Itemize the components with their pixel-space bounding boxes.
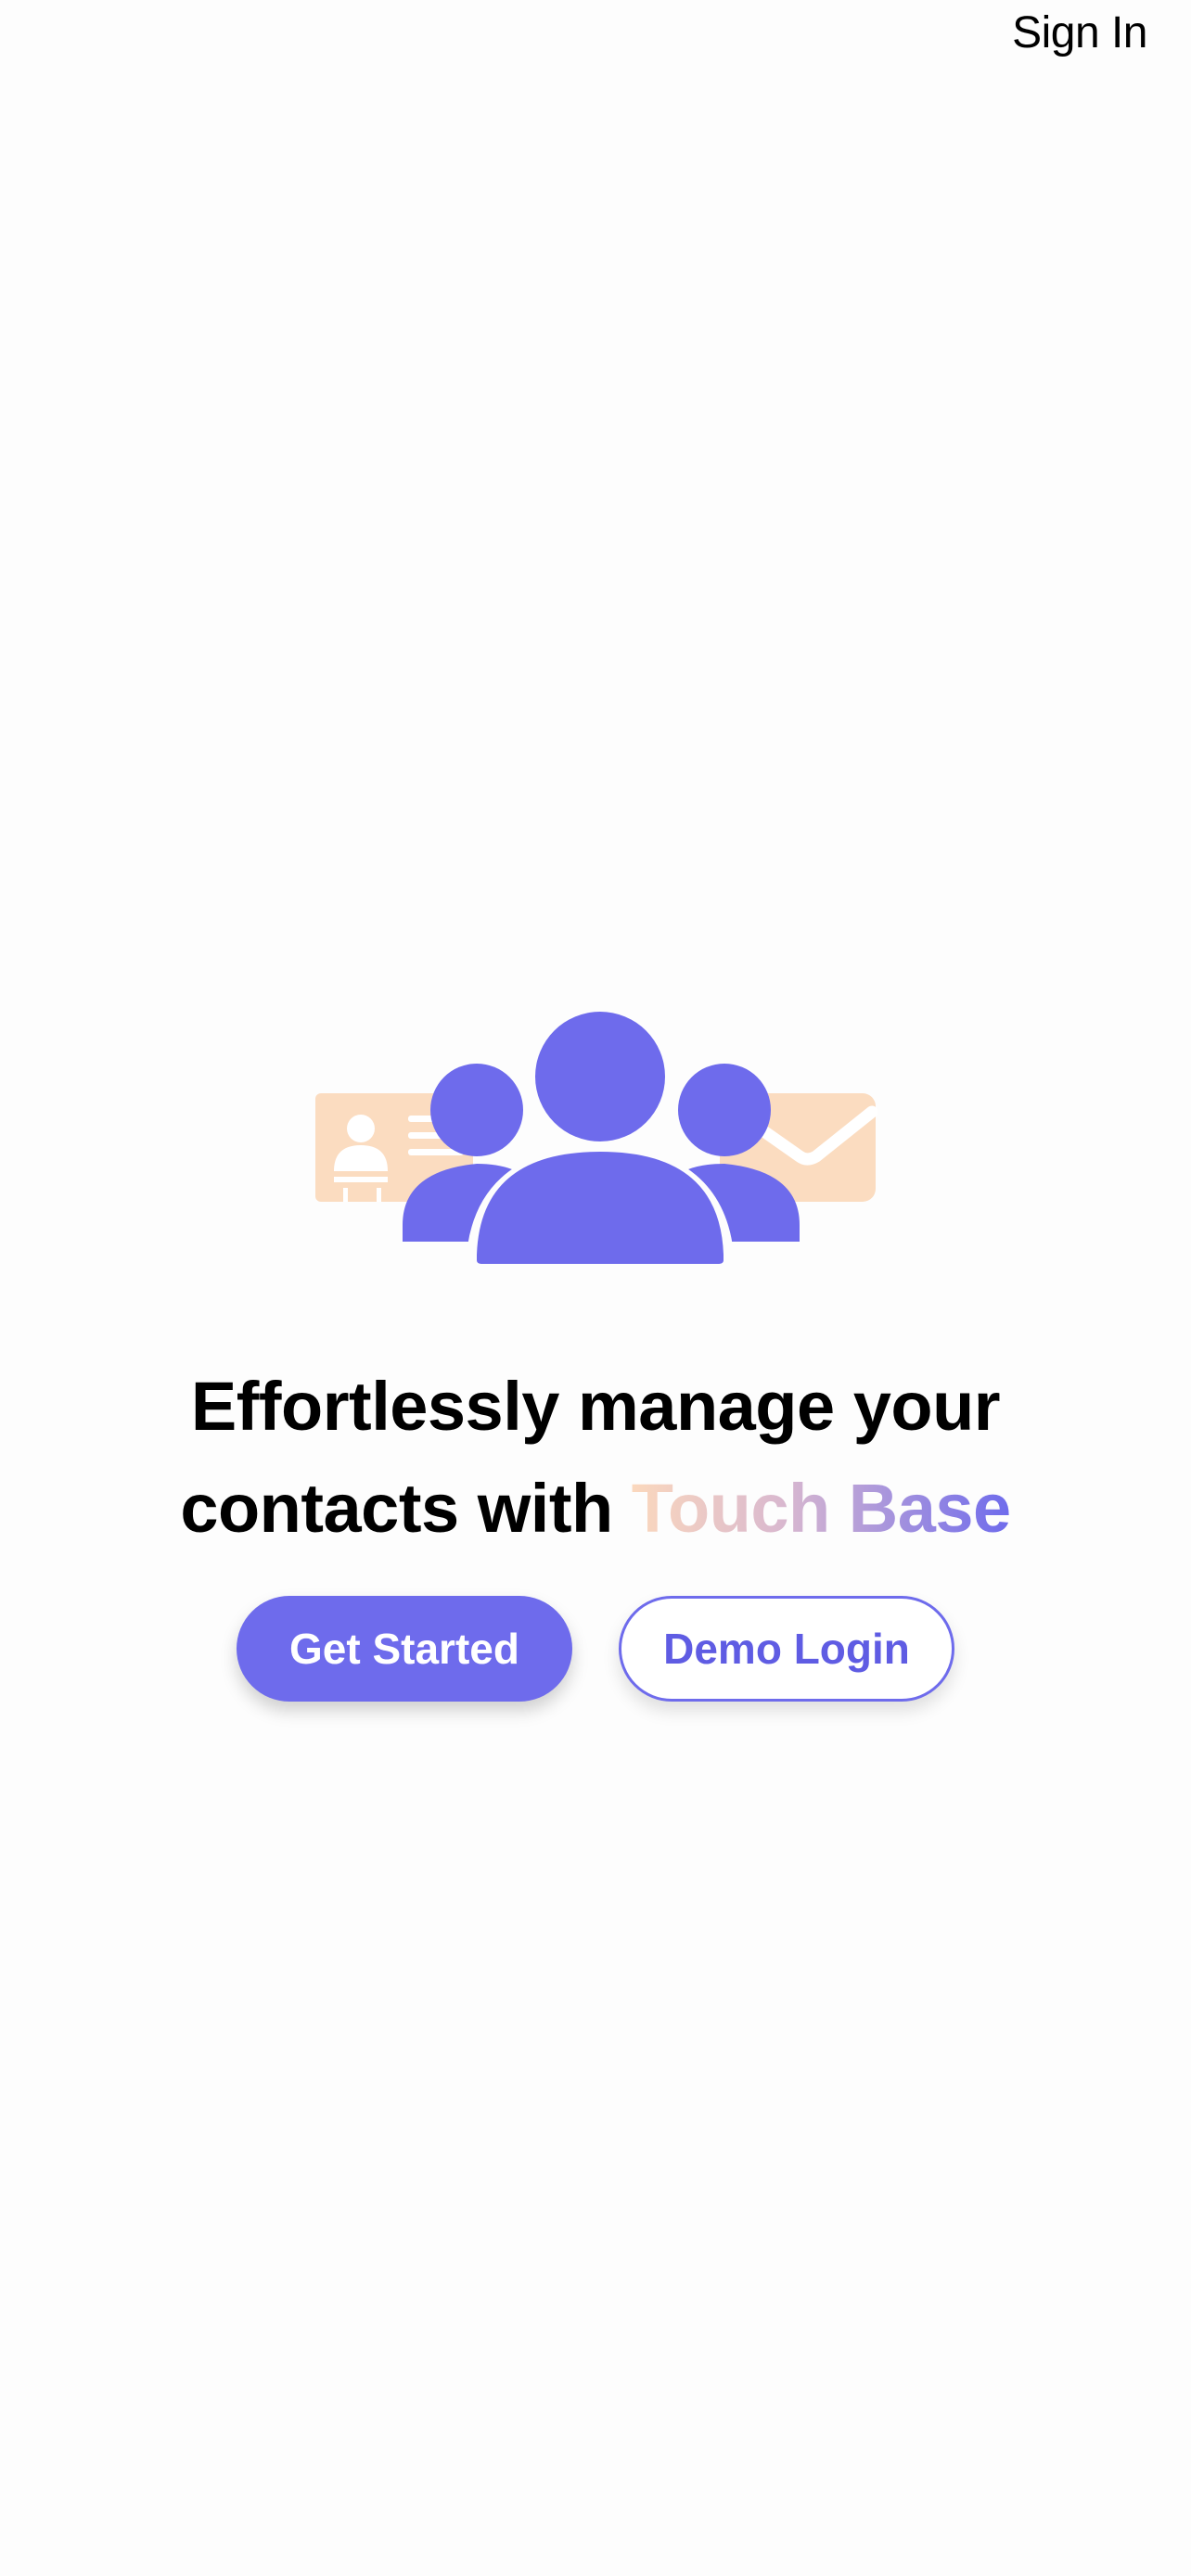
brand-name: Touch Base [631, 1470, 1011, 1547]
sign-in-link[interactable]: Sign In [1012, 6, 1147, 61]
headline-line-2-prefix: contacts with [180, 1470, 632, 1547]
headline-line-2: contacts with Touch Base [0, 1458, 1191, 1560]
action-buttons: Get Started Demo Login [0, 1596, 1191, 1702]
headline: Effortlessly manage your contacts with T… [0, 1356, 1191, 1560]
demo-login-button[interactable]: Demo Login [619, 1596, 954, 1702]
hero-illustration [312, 1006, 879, 1270]
get-started-button[interactable]: Get Started [237, 1596, 572, 1702]
headline-line-1: Effortlessly manage your [190, 1368, 1001, 1445]
